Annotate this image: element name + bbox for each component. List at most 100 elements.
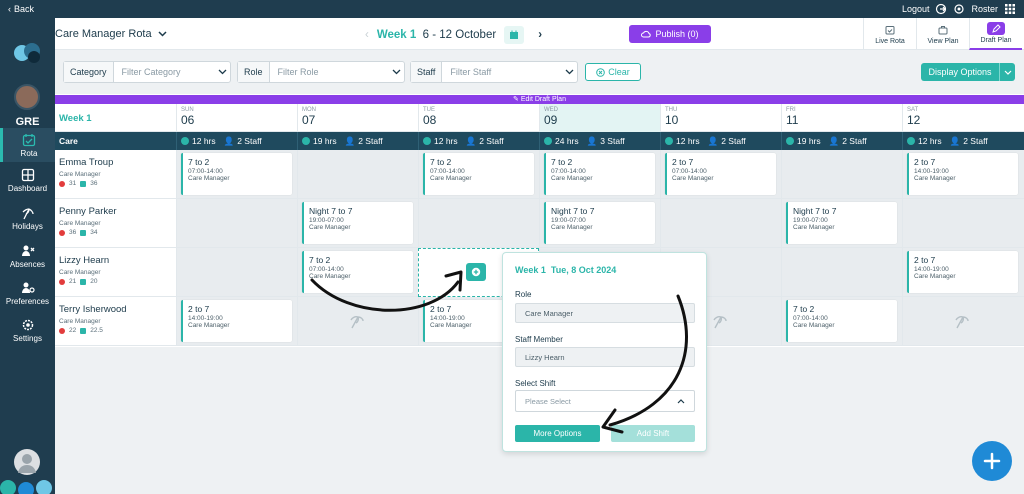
organisation-avatar[interactable]	[14, 84, 40, 110]
shift-cell[interactable]	[902, 199, 1024, 248]
apps-grid-icon[interactable]	[1004, 3, 1016, 15]
day-summary: 19 hrs 👤 2 Staff	[297, 132, 418, 150]
chevron-up-icon	[677, 398, 685, 403]
sidebar-item-settings[interactable]: Settings	[0, 318, 55, 343]
user-silhouette-icon	[18, 454, 36, 473]
shift-cell[interactable]: 2 to 7 14:00-19:00 Care Manager	[176, 297, 297, 346]
top-bar: ‹ Back Logout Roster	[0, 0, 1024, 18]
shift-card[interactable]: Night 7 to 7 19:00-07:00 Care Manager	[302, 202, 413, 244]
staff-row-header[interactable]: Emma Troup Care Manager 31 36	[55, 150, 176, 199]
add-shift-button[interactable]: Add Shift	[611, 425, 695, 442]
holiday-icon	[955, 316, 969, 329]
staff-row-header[interactable]: Terry Isherwood Care Manager 22 22.5	[55, 297, 176, 346]
roster-link[interactable]: Roster	[971, 4, 998, 14]
rota-header: Care Manager Rota ‹ Week 1 6 - 12 Octobe…	[55, 18, 1024, 50]
shift-cell[interactable]	[297, 297, 418, 346]
display-options-button[interactable]: Display Options	[921, 63, 1015, 81]
shift-card[interactable]: 7 to 2 07:00-14:00 Care Manager	[423, 153, 534, 195]
absence-icon	[21, 245, 34, 256]
tab-draft-plan[interactable]: Draft Plan	[969, 18, 1022, 50]
shift-cell[interactable]: 7 to 2 07:00-14:00 Care Manager	[781, 297, 902, 346]
tab-live-rota[interactable]: Live Rota	[863, 18, 916, 50]
edit-draft-banner: ✎ Edit Draft Plan	[55, 95, 1024, 104]
shift-cell[interactable]	[418, 199, 539, 248]
shift-cell[interactable]: Night 7 to 7 19:00-07:00 Care Manager	[781, 199, 902, 248]
section-label: Care	[59, 136, 78, 146]
shift-cell[interactable]: Night 7 to 7 19:00-07:00 Care Manager	[297, 199, 418, 248]
preferences-icon	[21, 282, 35, 293]
day-summary: 12 hrs 👤 2 Staff	[902, 132, 1023, 150]
shift-select[interactable]: Please Select	[515, 390, 695, 412]
calendar-button[interactable]	[504, 26, 525, 44]
shift-card[interactable]: 2 to 7 14:00-19:00 Care Manager	[907, 251, 1018, 293]
shift-cell[interactable]: 2 to 7 14:00-19:00 Care Manager	[902, 150, 1024, 199]
rota-selector[interactable]: Care Manager Rota	[55, 28, 167, 40]
role-filter[interactable]: Role Filter Role	[237, 61, 405, 83]
holiday-icon	[350, 316, 364, 329]
shift-cell[interactable]	[176, 199, 297, 248]
user-avatar[interactable]	[14, 449, 40, 475]
shift-card[interactable]: 2 to 7 07:00-14:00 Care Manager	[665, 153, 776, 195]
shift-cell[interactable]	[660, 199, 781, 248]
publish-button[interactable]: Publish (0)	[629, 25, 711, 43]
shift-cell[interactable]	[781, 150, 902, 199]
briefcase-icon	[938, 25, 948, 34]
calendar-check-icon	[885, 25, 895, 34]
gear-icon	[22, 319, 33, 331]
day-header: THU 10	[660, 104, 781, 132]
shift-card[interactable]: 2 to 7 14:00-19:00 Care Manager	[907, 153, 1018, 195]
shift-card[interactable]: 7 to 2 07:00-14:00 Care Manager	[181, 153, 292, 195]
shift-cell[interactable]: 2 to 7 14:00-19:00 Care Manager	[902, 248, 1024, 297]
plus-icon	[983, 452, 1001, 470]
shift-cell[interactable]	[176, 248, 297, 297]
filter-bar: Category Filter Category Role Filter Rol…	[55, 50, 1024, 94]
week-navigator: ‹ Week 1 6 - 12 October ›	[365, 26, 542, 44]
clear-filters-button[interactable]: Clear	[585, 63, 641, 81]
category-filter[interactable]: Category Filter Category	[63, 61, 231, 83]
shift-cell[interactable]: 2 to 7 07:00-14:00 Care Manager	[660, 150, 781, 199]
display-options-dropdown[interactable]	[999, 63, 1015, 81]
sidebar-item-dashboard[interactable]: Dashboard	[0, 168, 55, 193]
shift-cell[interactable]: Night 7 to 7 19:00-07:00 Care Manager	[539, 199, 660, 248]
staff-row-header[interactable]: Penny Parker Care Manager 36 34	[55, 199, 176, 248]
shift-cell[interactable]: 7 to 2 07:00-14:00 Care Manager	[176, 150, 297, 199]
settings-icon[interactable]	[953, 3, 965, 15]
sidebar-item-rota[interactable]: Rota	[0, 128, 55, 162]
shift-cell[interactable]: 7 to 2 07:00-14:00 Care Manager	[539, 150, 660, 199]
shift-cell[interactable]: 7 to 2 07:00-14:00 Care Manager	[297, 248, 418, 297]
shift-cell[interactable]: 7 to 2 07:00-14:00 Care Manager	[418, 150, 539, 199]
day-header: SAT 12	[902, 104, 1024, 132]
next-week-icon[interactable]: ›	[538, 29, 542, 41]
more-options-button[interactable]: More Options	[515, 425, 600, 442]
logout-link[interactable]: Logout	[902, 4, 930, 14]
add-fab-button[interactable]	[972, 441, 1012, 481]
back-link[interactable]: ‹ Back	[8, 4, 34, 14]
day-header: SUN 06	[176, 104, 297, 132]
tab-view-plan[interactable]: View Plan	[916, 18, 969, 50]
chevron-down-icon	[565, 69, 573, 75]
day-summary: 24 hrs 👤 3 Staff	[539, 132, 660, 150]
shift-cell[interactable]	[902, 297, 1024, 346]
shift-card[interactable]: 7 to 2 07:00-14:00 Care Manager	[302, 251, 413, 293]
sidebar-item-absences[interactable]: Absences	[0, 244, 55, 269]
plus-circle-icon	[471, 267, 481, 277]
shift-card[interactable]: Night 7 to 7 19:00-07:00 Care Manager	[544, 202, 655, 244]
sidebar-item-preferences[interactable]: Preferences	[0, 281, 55, 306]
staff-member-field: Lizzy Hearn	[515, 347, 695, 367]
staff-filter[interactable]: Staff Filter Staff	[410, 61, 578, 83]
cloud-upload-icon	[641, 30, 652, 38]
shift-card[interactable]: 2 to 7 14:00-19:00 Care Manager	[181, 300, 292, 342]
shift-cell[interactable]	[781, 248, 902, 297]
day-summary: 19 hrs 👤 2 Staff	[781, 132, 902, 150]
add-shift-plus-button[interactable]	[466, 263, 486, 281]
shift-cell[interactable]	[297, 150, 418, 199]
chevron-left-icon: ‹	[8, 4, 11, 14]
prev-week-icon[interactable]: ‹	[365, 29, 369, 41]
shift-card[interactable]: 7 to 2 07:00-14:00 Care Manager	[786, 300, 897, 342]
logout-icon[interactable]	[935, 3, 947, 15]
shift-card[interactable]: Night 7 to 7 19:00-07:00 Care Manager	[786, 202, 897, 244]
shift-card[interactable]: 7 to 2 07:00-14:00 Care Manager	[544, 153, 655, 195]
sidebar: GRE Rota Dashboard Holidays Absences Pre…	[0, 18, 55, 494]
sidebar-item-holidays[interactable]: Holidays	[0, 206, 55, 231]
staff-row-header[interactable]: Lizzy Hearn Care Manager 21 20	[55, 248, 176, 297]
